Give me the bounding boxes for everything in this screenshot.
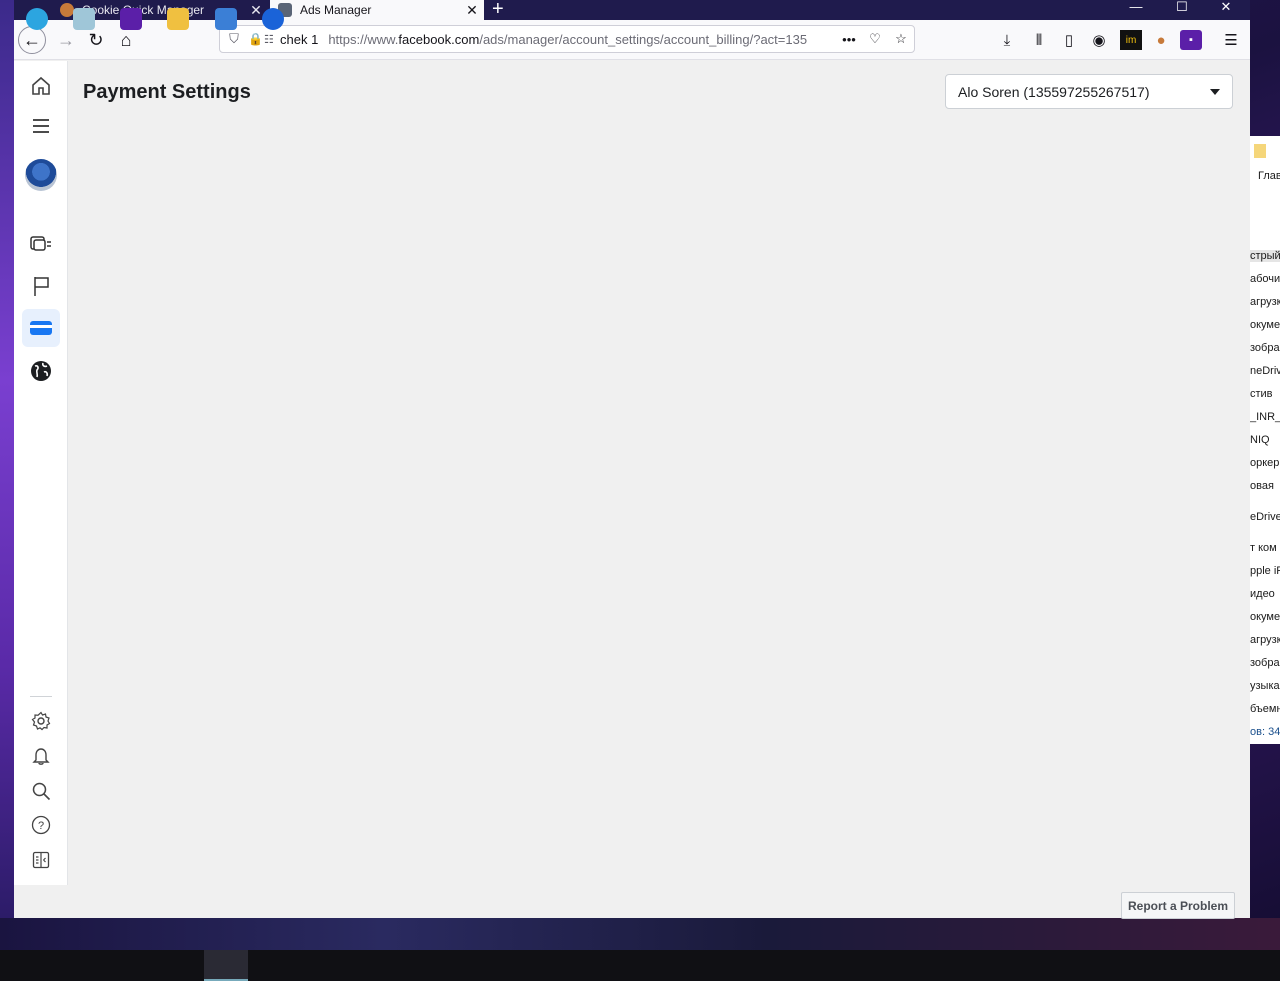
new-tab-button[interactable]: +	[492, 0, 504, 21]
lock-icon[interactable]: 🔒	[248, 32, 264, 46]
tracking-shield-icon[interactable]: ⛉	[220, 31, 248, 47]
account-selector[interactable]: Alo Soren (135597255267517)	[945, 74, 1233, 109]
cookie-extension-icon[interactable]: ●	[1150, 30, 1172, 50]
list-item[interactable]: идео	[1250, 588, 1275, 600]
account-icon[interactable]: ◉	[1088, 30, 1110, 50]
back-button[interactable]: ←	[18, 26, 46, 54]
list-item[interactable]: стив	[1250, 388, 1273, 400]
taskbar	[0, 950, 1280, 981]
report-problem-button[interactable]: Report a Problem	[1121, 892, 1236, 919]
list-item[interactable]: агрузк	[1250, 296, 1280, 308]
help-icon[interactable]: ?	[22, 806, 60, 844]
window-close-button[interactable]: ✕	[1204, 0, 1248, 20]
list-item[interactable]: стрый	[1250, 250, 1280, 262]
list-item[interactable]: бъемн	[1250, 703, 1280, 715]
url-text[interactable]: https://www.facebook.com/ads/manager/acc…	[328, 32, 836, 47]
navigation-toolbar: ← → ↻ ⌂ ⛉ 🔒 ☷ chek 1 https://www.faceboo…	[14, 20, 1250, 60]
browser-window: Cookie Quick Manager ✕ Ads Manager ✕ + —…	[14, 0, 1250, 919]
avatar[interactable]	[22, 156, 60, 194]
list-item[interactable]: окуме	[1250, 611, 1280, 623]
sidebar-toggle-icon[interactable]: ▯	[1058, 30, 1080, 50]
container-label[interactable]: chek 1	[280, 32, 318, 47]
telegram-icon[interactable]	[26, 8, 48, 30]
chevron-down-icon	[1210, 88, 1220, 95]
taskbar-active-indicator	[204, 950, 248, 981]
extension-purple-icon[interactable]: ▪	[1180, 30, 1202, 50]
list-item[interactable]: зобра	[1250, 342, 1280, 354]
tab-ads-manager[interactable]: Ads Manager ✕	[270, 0, 484, 20]
menu-hamburger-icon[interactable]: ☰	[1220, 30, 1242, 50]
folder-icon	[1254, 144, 1266, 158]
settings-icon[interactable]	[22, 702, 60, 740]
flag-icon[interactable]	[22, 267, 60, 305]
list-item[interactable]: _INR_	[1250, 411, 1280, 423]
file-explorer-window: Глав стрый абочи агрузк окуме зобра neDr…	[1250, 136, 1280, 744]
bookmark-star-icon[interactable]: ☆	[888, 31, 914, 47]
desktop-wallpaper-left	[0, 0, 14, 950]
library-icon[interactable]: ⫴	[1028, 30, 1050, 50]
tab-bar: Cookie Quick Manager ✕ Ads Manager ✕ + —…	[14, 0, 1250, 20]
tab-label: Ads Manager	[300, 3, 372, 17]
main-content: Payment Settings Alo Soren (135597255267…	[69, 61, 1250, 919]
list-item[interactable]: т ком	[1250, 542, 1277, 554]
list-item[interactable]: eDrive	[1250, 511, 1280, 523]
list-item[interactable]: оркер	[1250, 457, 1279, 469]
list-item[interactable]: NIQ	[1250, 434, 1270, 446]
list-item[interactable]: neDriv	[1250, 365, 1280, 377]
home-button[interactable]: ⌂	[112, 26, 140, 54]
home-icon[interactable]	[22, 67, 60, 105]
search-icon[interactable]	[22, 772, 60, 810]
permissions-icon[interactable]: ☷	[264, 33, 280, 46]
list-item[interactable]: зобра	[1250, 657, 1280, 669]
list-item[interactable]: агрузк	[1250, 634, 1280, 646]
notifications-icon[interactable]	[22, 737, 60, 775]
cookie-icon	[60, 3, 74, 17]
account-selector-value: Alo Soren (135597255267517)	[958, 83, 1150, 100]
explorer-header: Глав	[1258, 170, 1280, 182]
list-item[interactable]: узыка	[1250, 680, 1280, 692]
extension-im-icon[interactable]: im	[1120, 30, 1142, 50]
menu-icon[interactable]	[22, 107, 60, 145]
fox-browser-icon[interactable]	[215, 8, 237, 30]
chromium-browser-icon[interactable]	[262, 8, 284, 30]
globe-icon[interactable]	[22, 352, 60, 390]
page-actions-icon[interactable]: •••	[836, 32, 862, 47]
reload-button[interactable]: ↻	[82, 26, 110, 54]
list-item[interactable]: окуме	[1250, 319, 1280, 331]
list-item[interactable]: абочи	[1250, 273, 1280, 285]
url-bar[interactable]: ⛉ 🔒 ☷ chek 1 https://www.facebook.com/ad…	[219, 25, 915, 53]
billing-card-icon[interactable]	[22, 309, 60, 347]
list-item[interactable]: овая	[1250, 480, 1274, 492]
ads-sidebar: ?	[14, 61, 68, 885]
desktop-wallpaper-bottom	[0, 918, 1280, 950]
svg-text:?: ?	[38, 820, 44, 832]
sidebar-divider	[30, 696, 52, 697]
forward-button[interactable]: →	[52, 26, 80, 54]
list-item[interactable]: pple iF	[1250, 565, 1280, 577]
campaigns-icon[interactable]	[22, 225, 60, 263]
minimize-button[interactable]: —	[1114, 0, 1158, 20]
status-item-count: ов: 34	[1250, 726, 1280, 738]
maximize-button[interactable]: ☐	[1160, 0, 1204, 20]
close-icon[interactable]: ✕	[460, 2, 484, 19]
collapse-panel-icon[interactable]	[22, 841, 60, 879]
purple-app-icon[interactable]	[120, 8, 142, 30]
notepad-icon[interactable]	[73, 8, 95, 30]
page-title: Payment Settings	[83, 81, 251, 103]
file-explorer-icon[interactable]	[167, 8, 189, 30]
pocket-icon[interactable]: ♡	[862, 31, 888, 47]
download-icon[interactable]: ⤓	[996, 30, 1018, 50]
